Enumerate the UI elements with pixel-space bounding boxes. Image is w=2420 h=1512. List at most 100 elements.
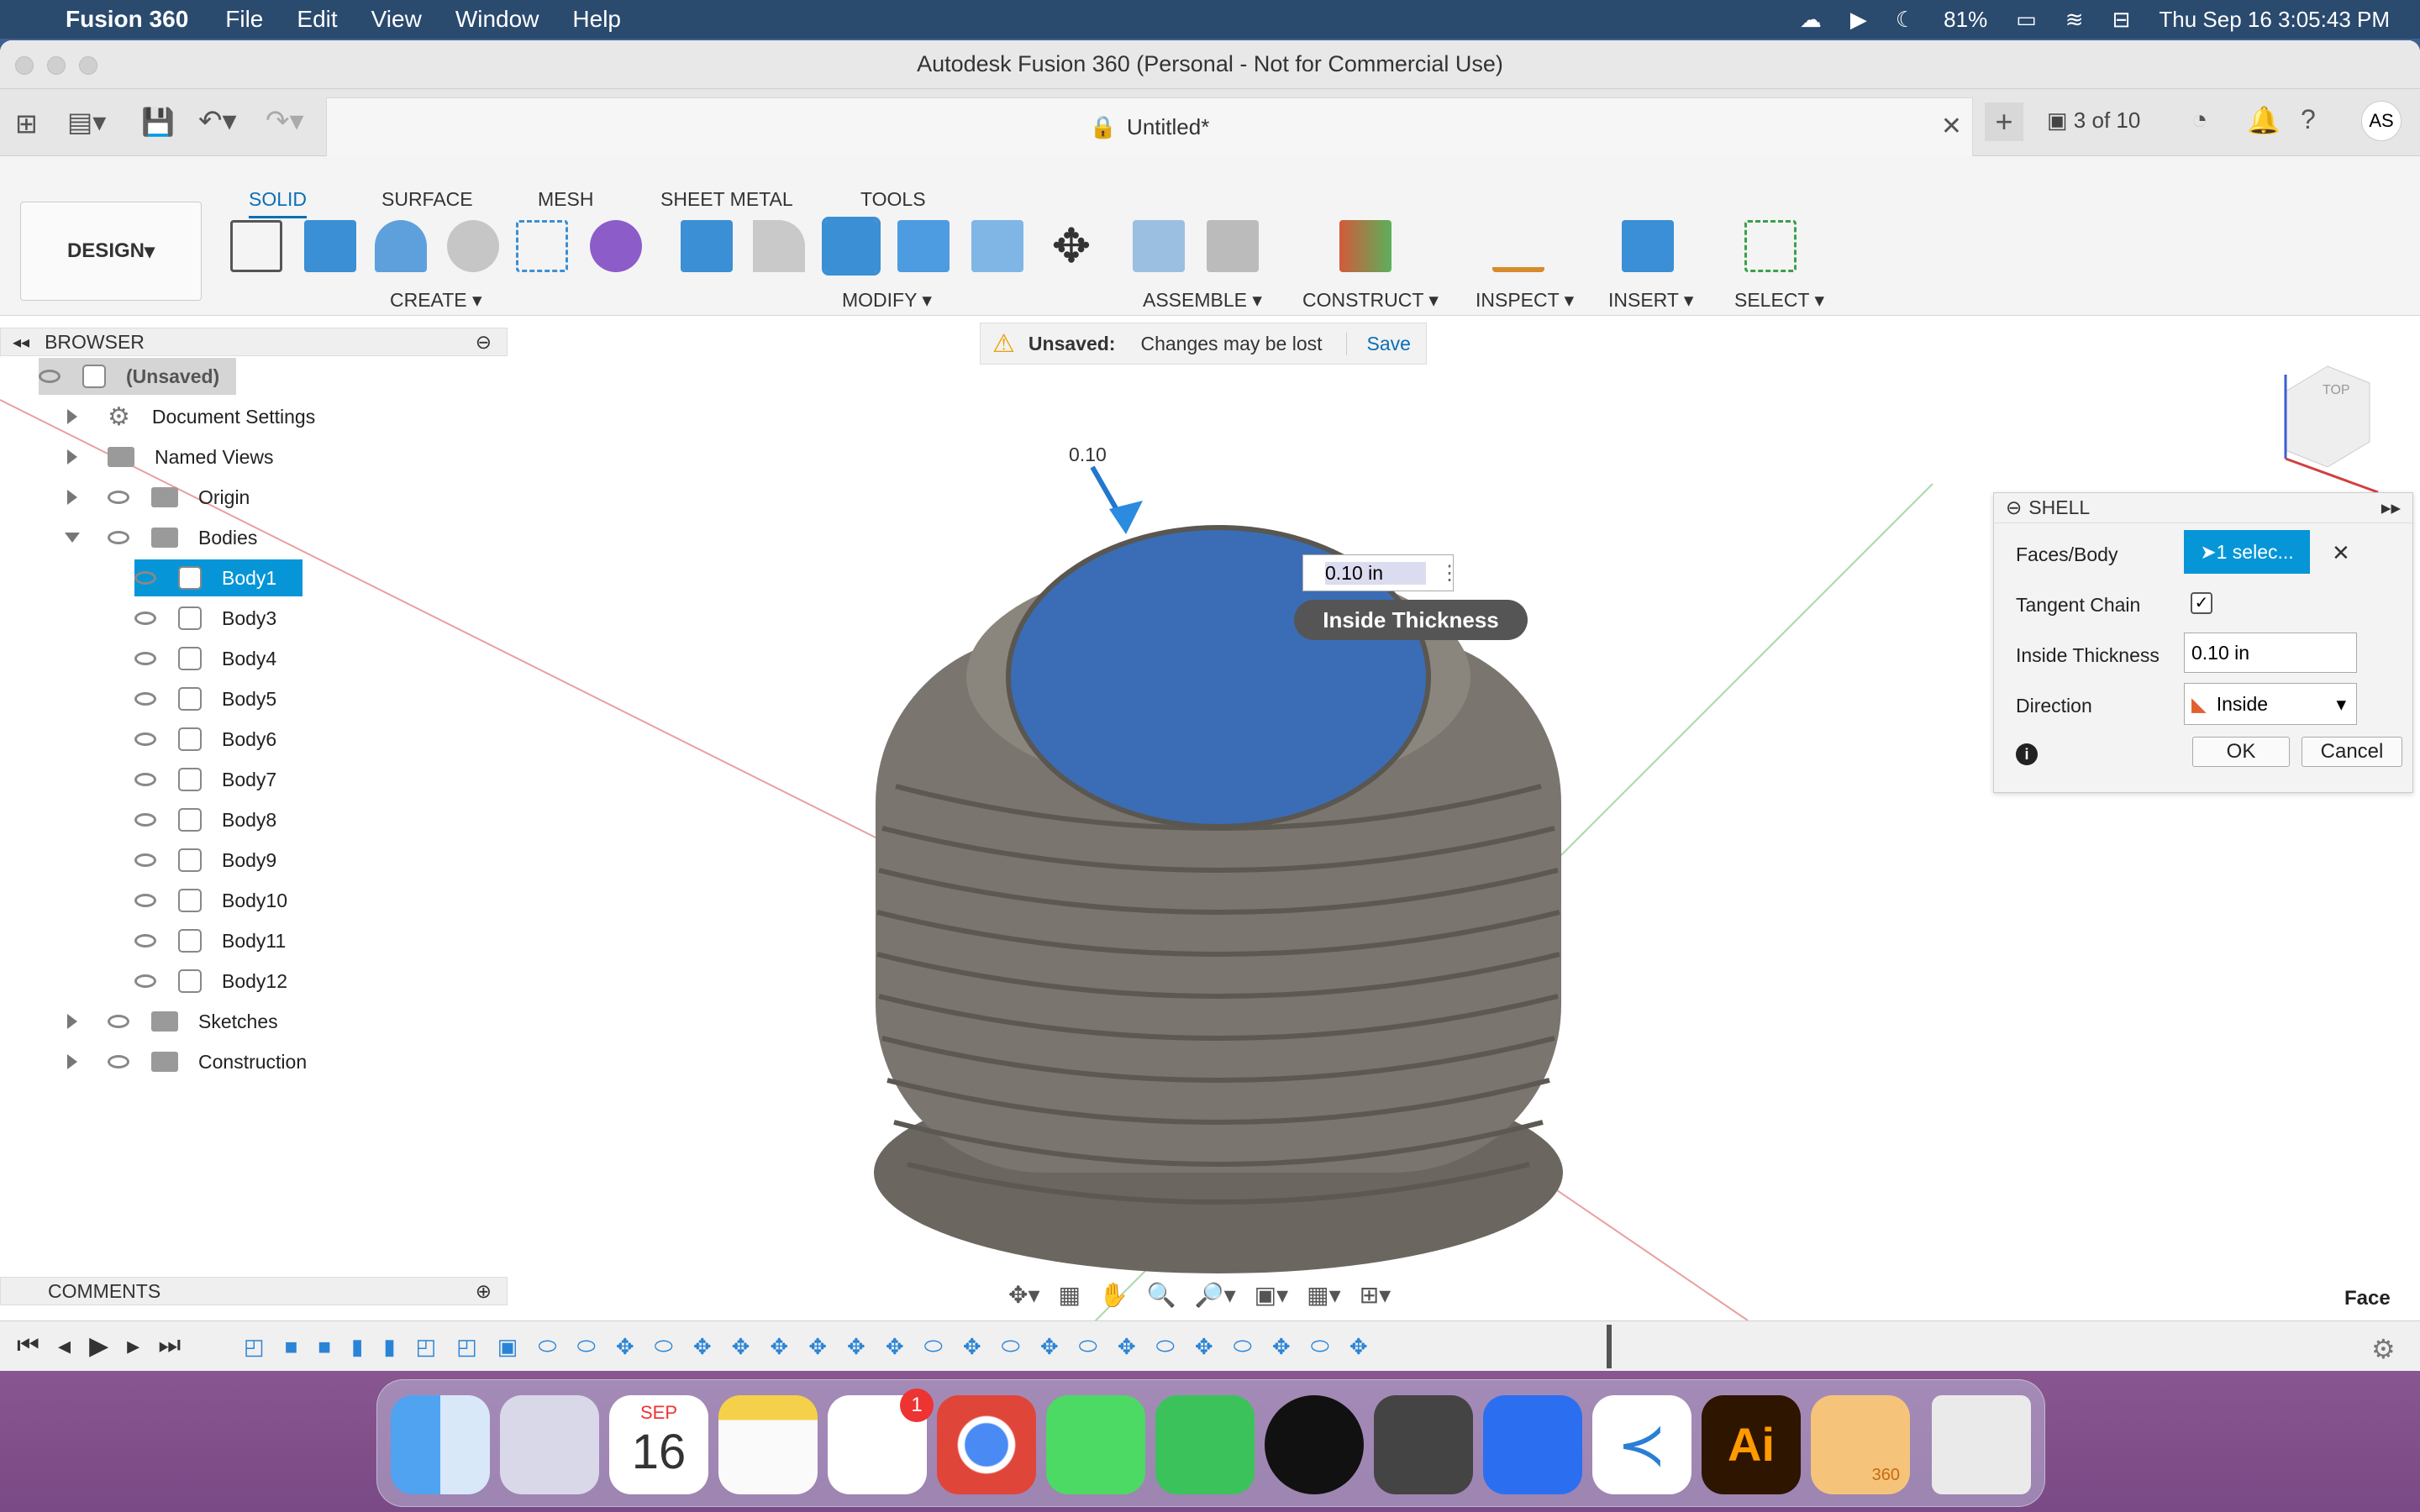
visibility-icon[interactable] xyxy=(134,853,156,867)
modify-menu[interactable]: MODIFY ▾ xyxy=(842,289,932,312)
fit-icon[interactable]: 🔎▾ xyxy=(1195,1281,1236,1309)
clear-selection-icon[interactable]: ✕ xyxy=(2332,540,2350,566)
timeline-feature-icon[interactable]: ⬭ xyxy=(1002,1333,1020,1360)
timeline-features[interactable]: ◰ ■ ■ ▮ ▮ ◰ ◰ ▣ ⬭ ⬭ ✥ ⬭ ✥ ✥ ✥ ✥ ✥ ✥ ⬭ ✥ ⬭ ✥ ⬭ ✥ ⬭ ✥ ⬭ ✥ ⬭ ✥ xyxy=(244,1330,1613,1363)
timeline-sketch-icon[interactable]: ◰ xyxy=(416,1334,437,1360)
thickness-inline-input[interactable] xyxy=(1325,561,1426,585)
timeline-move-icon[interactable]: ✥ xyxy=(732,1334,750,1360)
viewports-icon[interactable]: ⊞▾ xyxy=(1360,1281,1392,1309)
timeline-feature-icon[interactable]: ⬭ xyxy=(1311,1333,1329,1360)
browser-item-document-settings[interactable]: ⚙ Document Settings xyxy=(67,398,315,435)
visibility-icon[interactable] xyxy=(134,692,156,706)
browser-item-body4[interactable]: Body4 xyxy=(134,640,276,677)
info-icon[interactable]: i xyxy=(2016,743,2038,765)
vscode-icon[interactable]: ≺ xyxy=(1592,1395,1691,1494)
timeline-move-icon[interactable]: ✥ xyxy=(616,1334,634,1360)
thickness-input[interactable] xyxy=(2184,633,2357,673)
timeline-extrude-icon[interactable]: ■ xyxy=(318,1334,331,1360)
battery-icon[interactable]: ▭ xyxy=(2016,7,2037,33)
browser-item-body5[interactable]: Body5 xyxy=(134,680,276,717)
launchpad-icon[interactable] xyxy=(500,1395,599,1494)
go-to-start-icon[interactable]: ⏮ xyxy=(17,1331,39,1361)
visibility-icon[interactable] xyxy=(134,732,156,746)
browser-item-body10[interactable]: Body10 xyxy=(134,882,287,919)
shell-icon[interactable] xyxy=(822,217,881,276)
timeline-marker[interactable] xyxy=(1607,1325,1612,1368)
data-panel-icon[interactable]: ⊞ xyxy=(15,108,38,139)
grid-icon[interactable]: ▦▾ xyxy=(1307,1281,1341,1309)
menu-edit[interactable]: Edit xyxy=(297,6,337,33)
timeline-feature-icon[interactable]: ⬭ xyxy=(1079,1333,1097,1360)
display-settings-icon[interactable]: ▣▾ xyxy=(1255,1281,1289,1309)
timeline-feature-icon[interactable]: ⬭ xyxy=(924,1333,943,1360)
redo-icon[interactable]: ↷▾ xyxy=(266,104,304,138)
timeline-move-icon[interactable]: ✥ xyxy=(963,1334,981,1360)
browser-item-body6[interactable]: Body6 xyxy=(134,721,276,758)
visibility-icon[interactable] xyxy=(134,612,156,625)
timeline-feature-icon[interactable]: ⬭ xyxy=(538,1333,556,1360)
hidden-icon[interactable] xyxy=(108,491,129,504)
save-icon[interactable]: 💾 xyxy=(141,106,175,138)
combine-icon[interactable] xyxy=(897,220,950,272)
select-menu[interactable]: SELECT ▾ xyxy=(1734,289,1824,312)
messages-icon[interactable] xyxy=(1046,1395,1145,1494)
browser-item-body11[interactable]: Body11 xyxy=(134,922,286,959)
browser-item-construction[interactable]: Construction xyxy=(67,1043,307,1080)
expand-icon[interactable] xyxy=(67,409,77,424)
insert-image-icon[interactable] xyxy=(1622,220,1674,272)
direction-select[interactable]: ◣ Inside ▾ xyxy=(2184,683,2357,725)
help-icon[interactable]: ? xyxy=(2301,104,2316,135)
browser-item-origin[interactable]: Origin xyxy=(67,479,250,516)
menu-view[interactable]: View xyxy=(371,6,422,33)
wifi-icon[interactable]: ≋ xyxy=(2065,7,2084,33)
save-link[interactable]: Save xyxy=(1345,332,1411,355)
tab-sheet-metal[interactable]: SHEET METAL xyxy=(660,188,793,211)
measure-icon[interactable] xyxy=(1492,220,1544,272)
ok-button[interactable]: OK xyxy=(2192,737,2290,767)
version-indicator[interactable]: ▣ 3 of 10 xyxy=(2047,108,2140,134)
browser-item-body8[interactable]: Body8 xyxy=(134,801,276,838)
timeline-move-icon[interactable]: ✥ xyxy=(1349,1334,1368,1360)
tab-solid[interactable]: SOLID xyxy=(249,188,308,218)
browser-item-named-views[interactable]: Named Views xyxy=(67,438,273,475)
construct-menu[interactable]: CONSTRUCT ▾ xyxy=(1302,289,1439,312)
creative-cloud-icon[interactable]: ☁ xyxy=(1800,7,1822,33)
timeline-move-icon[interactable]: ✥ xyxy=(1118,1334,1136,1360)
play-icon[interactable]: ▶ xyxy=(89,1331,108,1361)
timeline-plane-icon[interactable]: ▮ xyxy=(351,1334,363,1360)
go-to-end-icon[interactable]: ⏭ xyxy=(158,1331,181,1361)
pattern-icon[interactable] xyxy=(516,220,568,272)
look-at-icon[interactable]: ▦ xyxy=(1059,1281,1081,1309)
fillet-icon[interactable] xyxy=(753,220,805,272)
file-menu-icon[interactable]: ▤▾ xyxy=(67,106,106,138)
expand-icon[interactable] xyxy=(67,490,77,505)
root-component[interactable]: (Unsaved) xyxy=(39,358,237,395)
facetime-icon[interactable] xyxy=(1155,1395,1255,1494)
assemble-menu[interactable]: ASSEMBLE ▾ xyxy=(1143,289,1262,312)
step-forward-icon[interactable]: ▸ xyxy=(127,1331,139,1361)
faces-selection-button[interactable]: ➤ 1 selec... xyxy=(2184,530,2310,574)
timeline-move-icon[interactable]: ✥ xyxy=(770,1334,788,1360)
visibility-icon[interactable] xyxy=(134,974,156,988)
more-options-icon[interactable]: ⋮ xyxy=(1439,561,1460,585)
timeline-sketch-icon[interactable]: ◰ xyxy=(456,1334,477,1360)
visibility-icon[interactable] xyxy=(134,571,156,585)
fusion360-icon[interactable]: 360 xyxy=(1811,1395,1910,1494)
calculator-icon[interactable] xyxy=(1374,1395,1473,1494)
panel-minimize-icon[interactable]: ⊖ xyxy=(476,331,492,354)
app-menu[interactable]: Fusion 360 xyxy=(66,6,188,33)
notifications-icon[interactable]: 🔔 xyxy=(2247,104,2281,136)
timeline-move-icon[interactable]: ✥ xyxy=(808,1334,827,1360)
minimize-window-button[interactable] xyxy=(47,56,66,75)
insert-menu[interactable]: INSERT ▾ xyxy=(1608,289,1693,312)
clock[interactable]: Thu Sep 16 3:05:43 PM xyxy=(2159,7,2390,33)
visibility-icon[interactable] xyxy=(108,531,129,544)
visibility-icon[interactable] xyxy=(108,1055,129,1068)
extrude-icon[interactable] xyxy=(304,220,356,272)
press-pull-icon[interactable] xyxy=(681,220,733,272)
user-avatar[interactable]: AS xyxy=(2361,101,2402,141)
finder-icon[interactable] xyxy=(391,1395,490,1494)
timeline-feature-icon[interactable]: ⬭ xyxy=(655,1333,673,1360)
hidden-icon[interactable] xyxy=(108,1015,129,1028)
timeline-feature-icon[interactable]: ⬭ xyxy=(1156,1333,1175,1360)
